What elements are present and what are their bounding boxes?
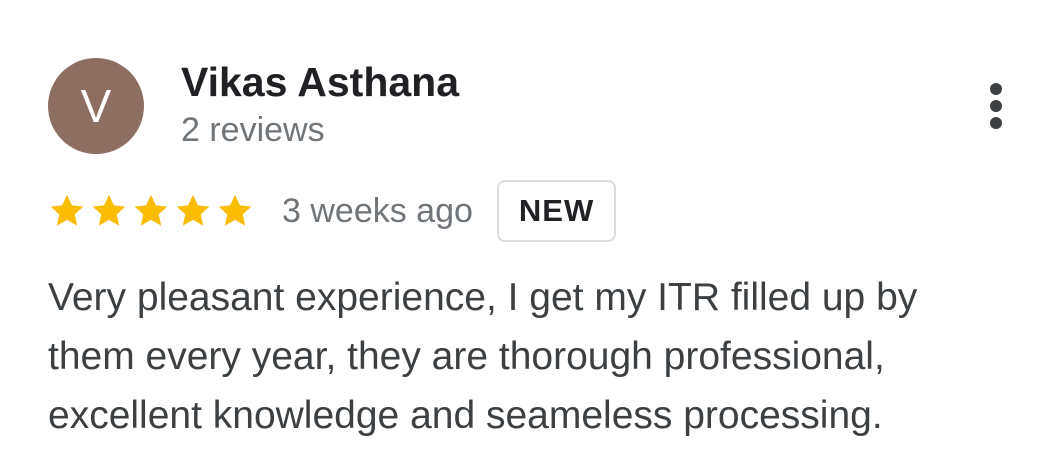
star-icon	[176, 194, 210, 226]
new-badge: NEW	[496, 180, 617, 242]
star-icon	[50, 194, 84, 226]
star-rating	[48, 192, 258, 230]
star-icon	[92, 194, 126, 226]
review-date: 3 weeks ago	[282, 192, 473, 230]
review-count[interactable]: 2 reviews	[181, 109, 325, 151]
avatar-letter: V	[80, 80, 112, 132]
star-icon	[218, 194, 252, 226]
avatar[interactable]: V	[48, 58, 144, 154]
review-card: V Vikas Asthana 2 reviews 3 weeks ago NE…	[0, 0, 1063, 473]
review-text: Very pleasant experience, I get my ITR f…	[48, 276, 918, 437]
star-icon	[134, 194, 168, 226]
more-vertical-icon-dot	[990, 117, 1002, 129]
more-vertical-icon-dot	[990, 100, 1002, 112]
reviewer-name[interactable]: Vikas Asthana	[181, 58, 459, 106]
more-options-button[interactable]	[974, 78, 1018, 134]
more-vertical-icon	[990, 83, 1002, 95]
rating-row: 3 weeks ago NEW	[48, 178, 617, 244]
